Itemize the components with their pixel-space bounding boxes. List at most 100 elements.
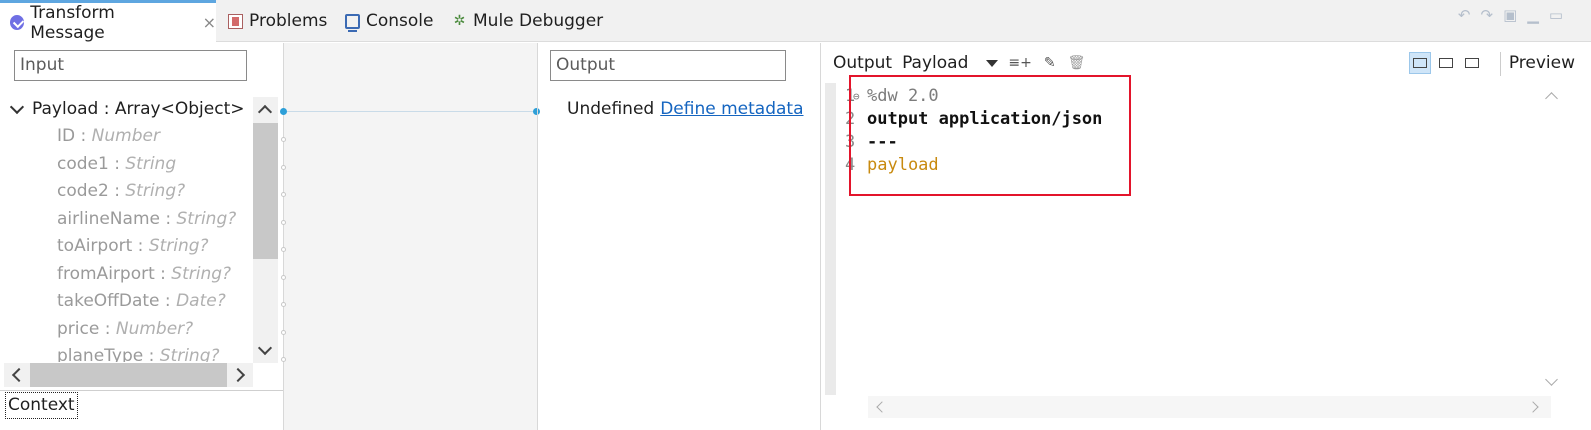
mapping-canvas[interactable] xyxy=(284,43,537,430)
layout-split-button[interactable] xyxy=(1435,52,1457,74)
layout-single-icon xyxy=(1465,58,1479,68)
tab-console[interactable]: Console xyxy=(345,0,434,42)
tree-item[interactable]: fromAirport : String? xyxy=(10,261,252,289)
scrollbar-thumb[interactable] xyxy=(30,363,227,387)
tree-item[interactable]: code2 : String? xyxy=(10,178,252,206)
undo-icon[interactable]: ↶ xyxy=(1458,6,1471,24)
tree-item[interactable]: airlineName : String? xyxy=(10,206,252,234)
payload-selector[interactable]: Payload xyxy=(902,53,968,73)
tree-item[interactable]: toAirport : String? xyxy=(10,233,252,261)
field-port[interactable] xyxy=(281,247,286,252)
field-port[interactable] xyxy=(281,302,286,307)
tab-label: Transform Message xyxy=(30,2,115,43)
output-field-placeholder: Output xyxy=(556,55,616,75)
field-name: code2 xyxy=(57,181,109,201)
define-metadata-link[interactable]: Define metadata xyxy=(660,99,803,119)
chevron-right-icon[interactable] xyxy=(230,367,246,383)
close-icon[interactable]: × xyxy=(203,13,216,32)
tree-item[interactable]: ID : Number xyxy=(10,123,252,151)
problems-icon xyxy=(228,13,243,29)
field-name: planeType xyxy=(57,346,144,362)
field-type: String xyxy=(125,153,177,174)
field-type: String? xyxy=(148,236,209,256)
field-type: String? xyxy=(171,263,232,284)
view-tab-bar: Transform Message × Problems Console ✲ M… xyxy=(0,0,1591,43)
field-type: String? xyxy=(176,208,237,229)
input-metadata-tree: Payload : Array<Object> ID : Number code… xyxy=(10,95,252,362)
edit-pencil-icon[interactable]: ✎ xyxy=(1044,55,1056,71)
context-tab[interactable]: Context xyxy=(5,392,78,419)
tree-item[interactable]: code1 : String xyxy=(10,151,252,179)
input-panel: Input Payload : Array<Object> ID : Numbe… xyxy=(0,43,283,430)
annotation-highlight-box xyxy=(849,75,1131,196)
output-metadata-status: Undefined Define metadata xyxy=(567,99,804,119)
field-name: airlineName xyxy=(57,208,160,229)
preview-button[interactable]: Preview xyxy=(1499,52,1575,76)
preview-label: Preview xyxy=(1508,53,1575,73)
tree-horizontal-scrollbar[interactable] xyxy=(4,363,253,387)
tree-root-payload[interactable]: Payload : Array<Object> xyxy=(10,95,252,123)
tab-label: Console xyxy=(366,11,434,31)
field-type: Number xyxy=(91,126,160,146)
input-search-field[interactable]: Input xyxy=(14,50,247,81)
editor-horizontal-scrollbar[interactable] xyxy=(868,396,1551,418)
field-port[interactable] xyxy=(281,220,286,225)
output-search-field[interactable]: Output xyxy=(550,50,786,81)
layout-source-icon xyxy=(1413,58,1427,68)
tab-transform-message[interactable]: Transform Message × xyxy=(0,0,216,43)
chevron-down-icon[interactable] xyxy=(257,340,273,356)
dataweave-editor-panel: Output Payload ≡+ ✎ 🗑 Preview 1 ⊖ %dw 2.0 … xyxy=(821,43,1591,430)
field-port[interactable] xyxy=(281,192,286,197)
tree-vertical-scrollbar[interactable] xyxy=(253,97,278,363)
maximize-icon[interactable]: ▭ xyxy=(1549,6,1563,24)
chevron-left-icon[interactable] xyxy=(876,401,888,413)
field-port[interactable] xyxy=(281,137,286,142)
mapping-connector-line xyxy=(287,111,537,112)
minimize-icon[interactable]: ▁ xyxy=(1527,6,1539,24)
field-type: Number? xyxy=(115,318,194,339)
tree-item[interactable]: takeOffDate : Date? xyxy=(10,288,252,316)
console-icon xyxy=(345,13,360,32)
add-target-icon[interactable]: ≡+ xyxy=(1008,55,1031,71)
chevron-down-icon[interactable] xyxy=(1545,373,1558,386)
divider xyxy=(0,390,283,391)
field-name: toAirport xyxy=(57,236,133,256)
redo-icon[interactable]: ↷ xyxy=(1481,6,1494,24)
tree-root-label: Payload : Array<Object> xyxy=(32,99,245,119)
layout-graphics-button[interactable] xyxy=(1461,52,1483,74)
field-name: ID xyxy=(57,126,76,146)
transform-message-icon xyxy=(10,15,25,30)
field-port[interactable] xyxy=(281,165,286,170)
tab-problems[interactable]: Problems xyxy=(228,0,327,42)
editor-gutter xyxy=(825,83,836,395)
layout-split-icon xyxy=(1439,58,1453,68)
layout-source-only-button[interactable] xyxy=(1409,52,1431,74)
tree-item[interactable]: price : Number? xyxy=(10,316,252,344)
field-name: takeOffDate xyxy=(57,291,160,311)
input-field-placeholder: Input xyxy=(20,55,65,75)
chevron-left-icon[interactable] xyxy=(11,367,27,383)
tab-mule-debugger[interactable]: ✲ Mule Debugger xyxy=(452,0,604,42)
undefined-label: Undefined xyxy=(567,99,655,119)
delete-trash-icon[interactable]: 🗑 xyxy=(1068,55,1086,71)
field-port[interactable] xyxy=(281,275,286,280)
tab-label: Mule Debugger xyxy=(473,11,604,31)
field-port[interactable] xyxy=(281,357,286,362)
output-panel: Output Undefined Define metadata xyxy=(538,43,820,430)
layout-view-buttons xyxy=(1409,52,1483,74)
field-port[interactable] xyxy=(281,330,286,335)
window-controls: ↶ ↷ ▣ ▁ ▭ xyxy=(1458,6,1563,24)
chevron-up-icon[interactable] xyxy=(257,104,273,120)
tree-item[interactable]: planeType : String? xyxy=(10,343,252,362)
dropdown-arrow-icon[interactable] xyxy=(986,59,999,67)
chevron-up-icon[interactable] xyxy=(1545,92,1558,105)
field-type: String? xyxy=(125,181,186,201)
chevron-right-icon[interactable] xyxy=(1527,401,1539,413)
chevron-down-icon[interactable] xyxy=(10,99,25,114)
field-type: String? xyxy=(159,346,220,362)
scrollbar-thumb[interactable] xyxy=(253,123,278,259)
save-icon[interactable]: ▣ xyxy=(1503,6,1517,24)
debugger-icon: ✲ xyxy=(453,12,466,29)
field-type: Date? xyxy=(176,291,226,311)
mapping-source-dot[interactable] xyxy=(280,108,287,115)
